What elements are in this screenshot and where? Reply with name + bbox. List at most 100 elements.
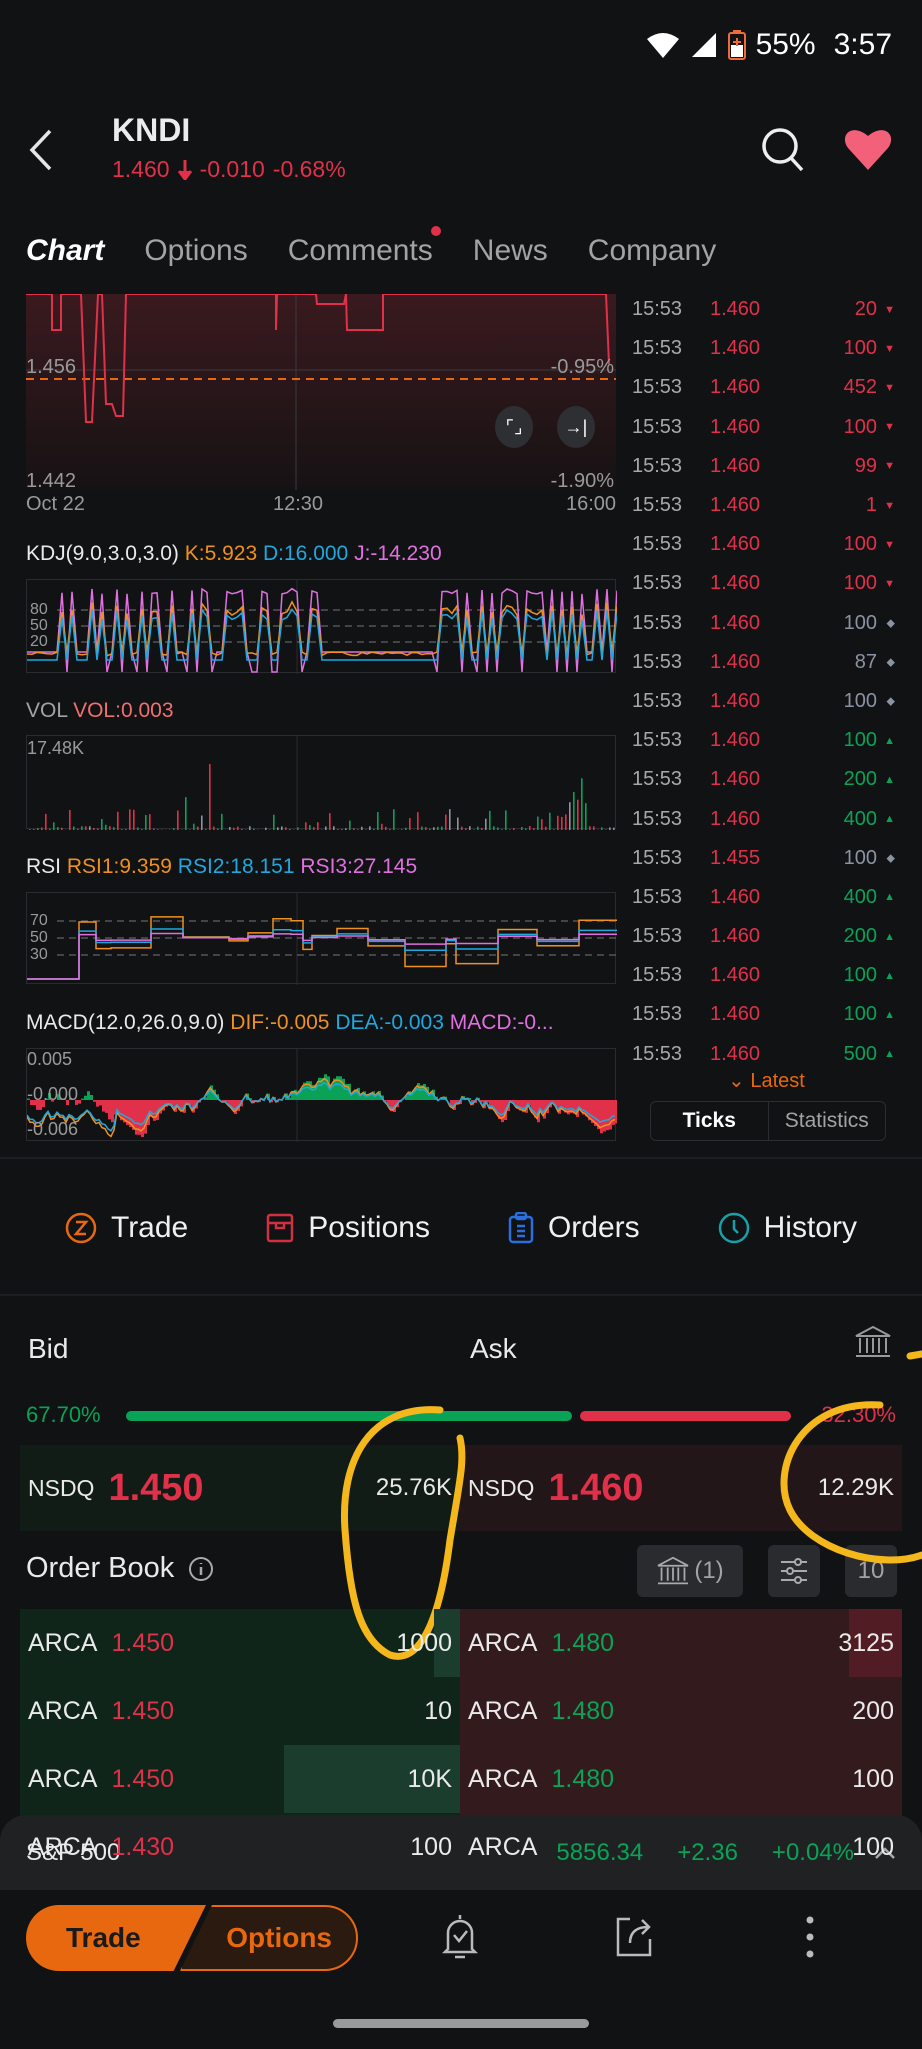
tick-volume-value: 100 bbox=[843, 611, 877, 634]
tick-side-down-icon: ▼ bbox=[884, 303, 895, 316]
bid-row-size: 1000 bbox=[396, 1628, 452, 1657]
volume-bar bbox=[609, 827, 611, 830]
volume-bar bbox=[533, 828, 535, 830]
order-book-bid-row: ARCA 1.450 10 bbox=[20, 1677, 460, 1745]
tick-volume-value: 500 bbox=[843, 1042, 877, 1065]
history-icon bbox=[718, 1212, 749, 1244]
exchange-filter-button[interactable]: (1) bbox=[637, 1545, 743, 1597]
macd-histogram-bar bbox=[108, 1100, 111, 1120]
tick-price: 1.460 bbox=[710, 1042, 761, 1065]
tab-company[interactable]: Company bbox=[588, 234, 716, 268]
tick-price: 1.460 bbox=[710, 1003, 761, 1026]
orders-button[interactable]: Orders bbox=[508, 1211, 640, 1245]
tick-row: 15:53 1.460 100 ▲ bbox=[632, 995, 897, 1034]
volume-bar bbox=[133, 809, 135, 830]
ask-row-price: 1.480 bbox=[551, 1764, 615, 1793]
options-button[interactable]: Options bbox=[180, 1905, 358, 1971]
history-label: History bbox=[763, 1211, 857, 1244]
orders-label: Orders bbox=[547, 1211, 640, 1244]
volume-bar bbox=[429, 828, 431, 830]
rsi-title[interactable]: RSI RSI1:9.359 RSI2:18.151 RSI3:27.145 bbox=[26, 855, 417, 879]
volume-bar bbox=[525, 828, 527, 830]
back-arrow-icon[interactable] bbox=[22, 125, 62, 175]
fullscreen-icon[interactable]: ⌜⌟ bbox=[495, 406, 533, 448]
price-chart[interactable]: 1.456 -0.95% 1.442 -1.90% ⌜⌟ →| bbox=[26, 294, 616, 492]
tick-volume-value: 100 bbox=[843, 964, 877, 987]
tick-price: 1.460 bbox=[710, 572, 761, 595]
jump-to-latest-icon[interactable]: →| bbox=[557, 406, 595, 448]
volume-bar bbox=[213, 826, 215, 830]
volume-bar bbox=[113, 827, 115, 830]
more-menu-icon[interactable] bbox=[800, 1914, 820, 1960]
tick-price: 1.460 bbox=[710, 768, 761, 791]
settings-sliders-button[interactable] bbox=[768, 1545, 820, 1597]
tab-chart[interactable]: Chart bbox=[26, 234, 104, 270]
trade-button[interactable]: Trade bbox=[65, 1211, 188, 1245]
tick-volume: 400 ▲ bbox=[810, 886, 897, 909]
volume-bar bbox=[505, 810, 507, 830]
tick-time: 15:53 bbox=[632, 611, 683, 634]
tick-side-up-icon: ▲ bbox=[884, 734, 895, 747]
tick-volume: 100 ▲ bbox=[810, 1003, 897, 1026]
tick-side-down-icon: ▼ bbox=[884, 499, 895, 512]
volume-bar bbox=[389, 828, 391, 830]
volume-bar bbox=[77, 828, 79, 830]
trade-main-button[interactable]: Trade bbox=[26, 1905, 206, 1971]
tick-volume-value: 100 bbox=[843, 337, 877, 360]
vol-title[interactable]: VOL VOL:0.003 bbox=[26, 699, 174, 723]
tab-ticks[interactable]: Ticks bbox=[651, 1102, 769, 1140]
tick-time: 15:53 bbox=[632, 925, 683, 948]
volume-bar bbox=[369, 826, 371, 830]
volume-chart[interactable]: 17.48K bbox=[26, 735, 616, 830]
volume-bar bbox=[297, 827, 299, 830]
macd-title[interactable]: MACD(12.0,26.0,9.0) DIF:-0.005 DEA:-0.00… bbox=[26, 1011, 620, 1035]
home-indicator[interactable] bbox=[333, 2019, 589, 2028]
kdj-title[interactable]: KDJ(9.0,3.0,3.0) K:5.923 D:16.000 J:-14.… bbox=[26, 542, 442, 566]
search-icon[interactable] bbox=[760, 124, 806, 174]
tick-volume: 100 ▼ bbox=[810, 533, 897, 556]
positions-button[interactable]: Positions bbox=[266, 1211, 430, 1245]
rsi-chart[interactable]: 70 50 30 bbox=[26, 892, 617, 985]
depth-button[interactable]: 10 bbox=[845, 1545, 897, 1597]
share-icon[interactable] bbox=[614, 1915, 654, 1959]
tab-news[interactable]: News bbox=[473, 234, 548, 268]
price-alert-bell-icon[interactable] bbox=[440, 1913, 480, 1961]
ask-price: 1.460 bbox=[548, 1466, 644, 1509]
volume-bar bbox=[493, 826, 495, 830]
tab-statistics[interactable]: Statistics bbox=[769, 1102, 886, 1140]
latest-button[interactable]: ⌄ Latest bbox=[728, 1068, 805, 1093]
signal-icon bbox=[691, 33, 716, 57]
price-quote: 1.460 -0.010 -0.68% bbox=[112, 156, 346, 183]
info-icon[interactable] bbox=[188, 1556, 214, 1582]
tick-row: 15:53 1.460 100 ▼ bbox=[632, 408, 897, 447]
macd-histogram-bar bbox=[81, 1098, 84, 1100]
volume-bar bbox=[141, 829, 143, 830]
favorite-heart-icon[interactable] bbox=[843, 126, 893, 172]
index-value: 5856.34 bbox=[556, 1838, 644, 1866]
history-button[interactable]: History bbox=[718, 1211, 857, 1245]
tab-options[interactable]: Options bbox=[144, 234, 247, 268]
volume-bar bbox=[589, 826, 591, 830]
exchange-bank-icon[interactable] bbox=[854, 1325, 892, 1359]
volume-bar bbox=[285, 827, 287, 830]
tick-volume: 452 ▼ bbox=[810, 376, 897, 399]
status-bar: 55% 3:57 bbox=[646, 22, 892, 68]
tick-volume-value: 100 bbox=[843, 846, 877, 869]
tab-label: Company bbox=[587, 234, 717, 267]
tab-comments[interactable]: Comments bbox=[288, 226, 441, 268]
volume-bar bbox=[337, 829, 339, 830]
tick-volume: 100 ▼ bbox=[810, 416, 897, 439]
tick-volume: 1 ▼ bbox=[810, 494, 897, 517]
positions-icon bbox=[266, 1213, 294, 1243]
macd-chart[interactable]: 0.005 -0.000 -0.006 bbox=[26, 1048, 617, 1142]
tick-volume-value: 100 bbox=[843, 572, 877, 595]
bid-exchange: NSDQ bbox=[28, 1474, 95, 1501]
volume-bar bbox=[61, 827, 63, 830]
bid-row-size: 100 bbox=[410, 1832, 452, 1861]
ticks-list[interactable]: 15:53 1.460 20 ▼ 15:53 1.460 100 ▼ 15:53 1.460 452… bbox=[632, 290, 897, 1074]
volume-bar bbox=[241, 828, 243, 830]
kdj-chart[interactable]: 80 50 20 bbox=[26, 579, 617, 674]
tick-volume-value: 400 bbox=[843, 885, 877, 908]
tick-volume-value: 99 bbox=[854, 454, 877, 477]
volume-bar bbox=[205, 829, 207, 830]
